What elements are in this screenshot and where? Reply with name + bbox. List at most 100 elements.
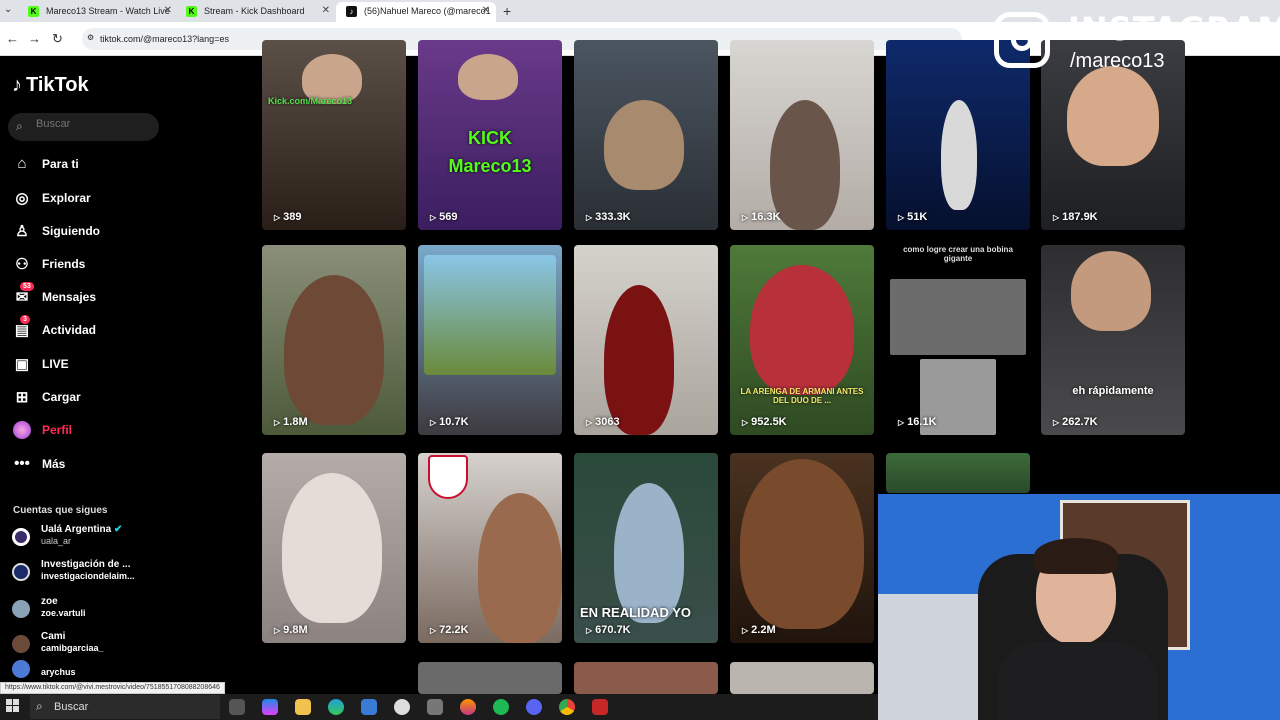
- video-thumbnail[interactable]: ▷ 72.2K: [418, 453, 562, 643]
- following-item[interactable]: zoe zoe.vartuli: [12, 596, 162, 626]
- search-input[interactable]: [36, 118, 151, 130]
- user-follow-icon: ♙: [15, 223, 29, 240]
- person-figure: [941, 100, 977, 210]
- sidebar-item-live[interactable]: ▣ LIVE: [12, 353, 162, 377]
- app-icon[interactable]: [427, 699, 443, 715]
- person-figure: [478, 493, 562, 643]
- app-icon[interactable]: [394, 699, 410, 715]
- edge-icon[interactable]: [328, 699, 344, 715]
- play-icon: ▷: [274, 626, 281, 635]
- discord-icon[interactable]: [526, 699, 542, 715]
- view-count: ▷ 670.7K: [586, 624, 631, 636]
- search-box[interactable]: ⌕: [8, 113, 159, 141]
- video-caption: LA ARENGA DE ARMANI ANTES DEL DUO DE ...: [740, 387, 864, 405]
- video-thumbnail[interactable]: como logre crear una bobina gigante ▷ 16.…: [886, 245, 1030, 435]
- forward-icon[interactable]: →: [28, 31, 41, 46]
- video-thumbnail[interactable]: [574, 662, 718, 694]
- video-thumbnail[interactable]: Kick.com/Mareco13 ▷ 389: [262, 40, 406, 230]
- sidebar-item-mas[interactable]: ••• Más: [12, 453, 162, 477]
- video-thumbnail[interactable]: ▷ 1.8M: [262, 245, 406, 435]
- sidebar-item-para-ti[interactable]: ⌂ Para ti: [12, 153, 162, 177]
- video-caption: eh rápidamente: [1072, 385, 1154, 397]
- view-count: ▷ 51K: [898, 211, 928, 223]
- video-thumbnail[interactable]: ▷ 10.7K: [418, 245, 562, 435]
- spotify-icon[interactable]: [493, 699, 509, 715]
- instagram-handle: /mareco13: [1070, 50, 1165, 72]
- video-thumbnail[interactable]: ▷ 3063: [574, 245, 718, 435]
- tab-kick-stream[interactable]: K Mareco13 Stream - Watch Live ✕: [18, 2, 178, 22]
- view-count: ▷ 1.8M: [274, 416, 308, 428]
- hair: [1034, 538, 1118, 574]
- sidebar-item-mensajes[interactable]: ✉ 53 Mensajes: [12, 282, 162, 310]
- play-icon: ▷: [274, 418, 281, 427]
- play-icon: ▷: [430, 213, 437, 222]
- video-thumbnail[interactable]: KICK Mareco13 ▷ 569: [418, 40, 562, 230]
- play-icon: ▷: [1053, 213, 1060, 222]
- play-icon: ▷: [586, 213, 593, 222]
- view-count: ▷ 2.2M: [742, 624, 776, 636]
- avatar: [12, 660, 30, 678]
- chrome-icon[interactable]: [559, 699, 575, 715]
- nav-label: Para ti: [42, 157, 79, 171]
- video-thumbnail[interactable]: [418, 662, 562, 694]
- site-info-icon[interactable]: ⚙: [87, 33, 94, 42]
- video-thumbnail[interactable]: ▷ 9.8M: [262, 453, 406, 643]
- taskbar-search[interactable]: ⌕ Buscar: [30, 695, 220, 719]
- firefox-icon[interactable]: [460, 699, 476, 715]
- tab-kick-dashboard[interactable]: K Stream - Kick Dashboard ✕: [176, 2, 336, 22]
- reload-icon[interactable]: ↻: [52, 31, 63, 47]
- sidebar-item-perfil[interactable]: Perfil: [12, 419, 162, 443]
- sidebar-item-actividad[interactable]: ▤ 3 Actividad: [12, 315, 162, 343]
- video-thumbnail[interactable]: ▷ 333.3K: [574, 40, 718, 230]
- nav-label: Más: [42, 457, 66, 471]
- video-thumbnail[interactable]: ▷ 2.2M: [730, 453, 874, 643]
- close-icon[interactable]: ✕: [164, 5, 172, 16]
- nav-label: Cargar: [42, 390, 81, 404]
- video-thumbnail[interactable]: eh rápidamente ▷ 262.7K: [1041, 245, 1185, 435]
- tiktok-logo[interactable]: ♪ TikTok: [12, 74, 89, 97]
- windows-start-icon[interactable]: [6, 699, 20, 713]
- store-icon[interactable]: [361, 699, 377, 715]
- new-tab-button[interactable]: +: [503, 3, 511, 19]
- back-icon[interactable]: ←: [6, 31, 19, 46]
- person-figure: [1067, 66, 1159, 166]
- verified-icon: ✔: [113, 524, 123, 535]
- following-item[interactable]: Investigación de ... investigaciondelaim…: [12, 559, 162, 589]
- tab-title: Stream - Kick Dashboard: [204, 6, 305, 16]
- avatar: [12, 635, 30, 653]
- avatar: [12, 563, 30, 581]
- chevron-down-icon[interactable]: ⌄: [4, 4, 12, 15]
- sidebar-item-cargar[interactable]: ⊞ Cargar: [12, 386, 162, 410]
- instagram-icon: [994, 12, 1050, 68]
- view-count: ▷ 569: [430, 211, 458, 223]
- video-thumbnail[interactable]: [730, 662, 874, 694]
- home-icon: ⌂: [17, 155, 27, 172]
- file-explorer-icon[interactable]: [295, 699, 311, 715]
- copilot-icon[interactable]: [262, 699, 278, 715]
- message-badge: 53: [20, 282, 34, 291]
- play-icon: ▷: [898, 213, 905, 222]
- video-thumbnail[interactable]: EN REALIDAD YO ▷ 670.7K: [574, 453, 718, 643]
- tab-tiktok[interactable]: ♪ (56)Nahuel Mareco (@mareco1 ✕: [336, 2, 496, 22]
- account-handle: uala_ar: [41, 536, 72, 546]
- obs-icon[interactable]: [592, 699, 608, 715]
- nav-label: Actividad: [42, 323, 97, 337]
- close-icon[interactable]: ✕: [482, 5, 490, 16]
- nav-label: Siguiendo: [42, 224, 100, 238]
- following-item[interactable]: Ualá Argentina ✔ uala_ar: [12, 524, 162, 554]
- video-caption: KICK Mareco13: [448, 128, 532, 176]
- sidebar-item-siguiendo[interactable]: ♙ Siguiendo: [12, 220, 162, 244]
- video-thumbnail[interactable]: ▷ 16.3K: [730, 40, 874, 230]
- sidebar-item-explorar[interactable]: ◎ Explorar: [12, 187, 162, 211]
- view-count: ▷ 3063: [586, 416, 620, 428]
- video-thumbnail[interactable]: LA ARENGA DE ARMANI ANTES DEL DUO DE ...…: [730, 245, 874, 435]
- avatar-icon: [12, 421, 32, 443]
- close-icon[interactable]: ✕: [322, 5, 330, 16]
- nav-label: Mensajes: [42, 290, 97, 304]
- live-icon: ▣: [14, 356, 30, 373]
- compass-icon: ◎: [15, 190, 29, 207]
- play-icon: ▷: [586, 418, 593, 427]
- sidebar-item-friends[interactable]: ⚇ Friends: [12, 253, 162, 277]
- video-thumbnail[interactable]: [886, 453, 1030, 493]
- task-view-icon[interactable]: [229, 699, 245, 715]
